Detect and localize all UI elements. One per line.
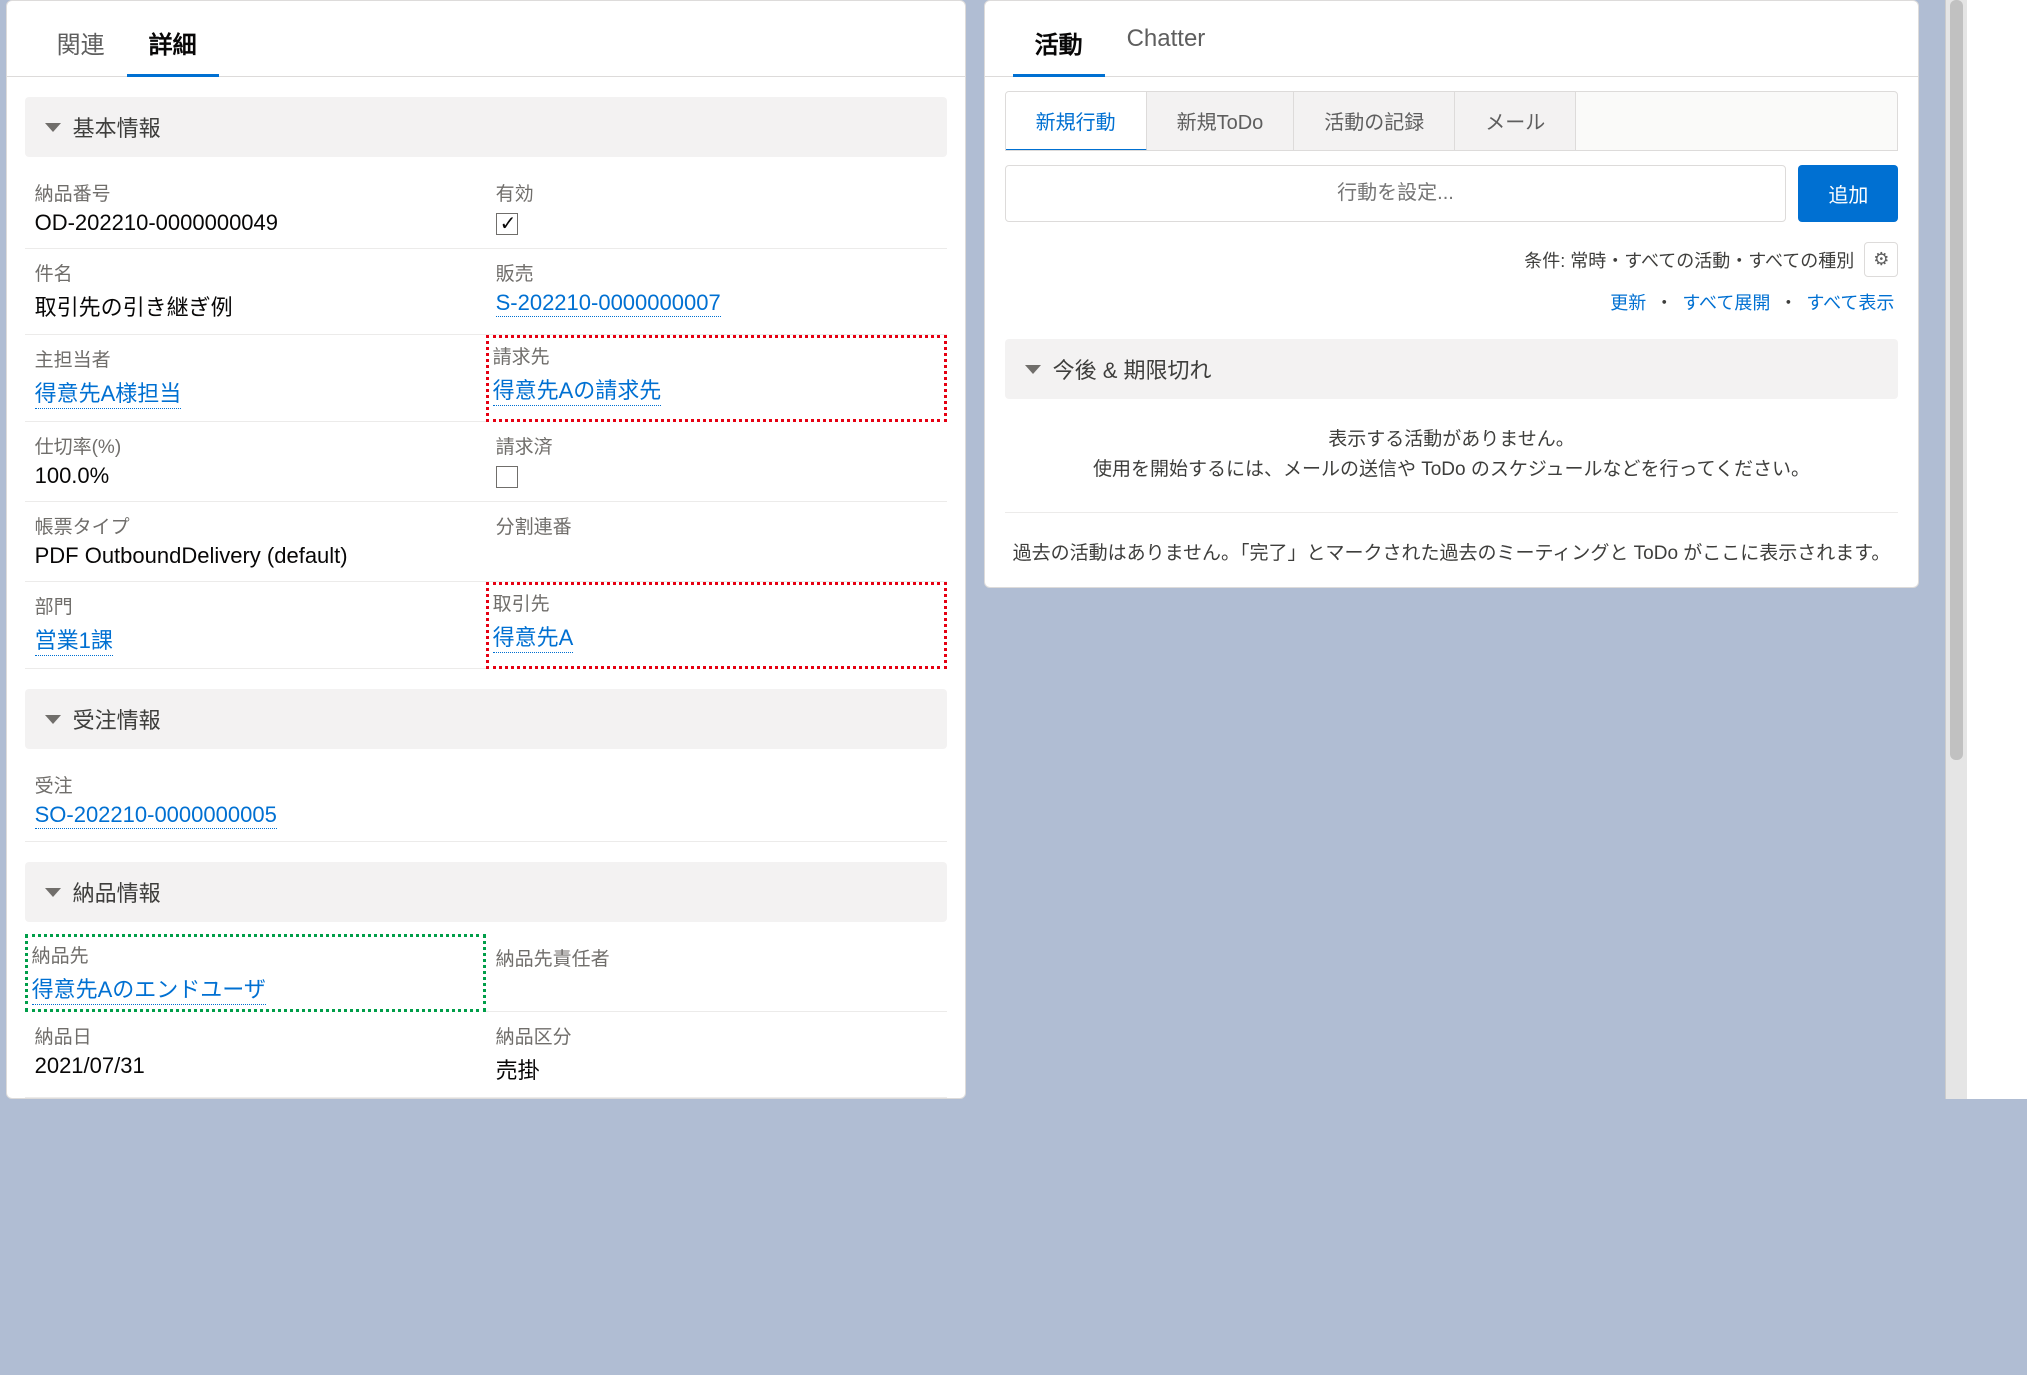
- label-delivery-no: 納品番号: [35, 179, 476, 206]
- right-margin: [1967, 0, 2027, 1099]
- field-dept: 部門 営業1課: [25, 582, 486, 669]
- link-view-all[interactable]: すべて表示: [1806, 293, 1894, 313]
- link-bill-to[interactable]: 得意先Aの請求先: [493, 373, 662, 406]
- label-sales-order: 受注: [35, 771, 937, 798]
- value-subject: 取引先の引き継ぎ例: [35, 290, 476, 322]
- action-row: 追加: [1005, 165, 1899, 222]
- chevron-down-icon: [45, 123, 61, 132]
- right-tabs: 活動 Chatter: [985, 1, 1919, 77]
- section-upcoming-label: 今後 & 期限切れ: [1053, 353, 1212, 385]
- label-sales: 販売: [496, 259, 937, 286]
- value-delivery-no: OD-202210-0000000049: [35, 210, 476, 236]
- field-account: 取引先 得意先A: [486, 582, 947, 669]
- subtab-new-todo[interactable]: 新規ToDo: [1147, 92, 1295, 150]
- activity-panel: 活動 Chatter 新規行動 新規ToDo 活動の記録 メール 追加 条件: …: [984, 0, 1920, 588]
- link-dept[interactable]: 営業1課: [35, 623, 113, 656]
- event-input[interactable]: [1005, 165, 1787, 222]
- value-delivery-date: 2021/07/31: [35, 1053, 476, 1079]
- label-delivery-date: 納品日: [35, 1022, 476, 1049]
- label-owner: 主担当者: [35, 345, 476, 372]
- label-dept: 部門: [35, 592, 476, 619]
- link-sales[interactable]: S-202210-0000000007: [496, 290, 721, 317]
- subtab-email[interactable]: メール: [1455, 92, 1576, 150]
- filter-settings-button[interactable]: ⚙: [1864, 242, 1898, 277]
- field-bill-to: 請求先 得意先Aの請求先: [486, 335, 947, 422]
- empty-past: 過去の活動はありません。「完了」とマークされた過去のミーティングと ToDo が…: [985, 521, 1919, 587]
- label-bill-to: 請求先: [493, 342, 940, 369]
- add-button[interactable]: 追加: [1798, 165, 1898, 222]
- activity-subtabs: 新規行動 新規ToDo 活動の記録 メール: [1005, 91, 1899, 151]
- field-sales: 販売 S-202210-0000000007: [486, 249, 947, 335]
- delivery-fields: 納品先 得意先Aのエンドユーザ 納品先責任者 納品日 2021/07/31 納品…: [7, 934, 965, 1098]
- link-owner[interactable]: 得意先A様担当: [35, 376, 182, 409]
- label-ship-to-resp: 納品先責任者: [496, 944, 937, 971]
- field-ship-to-resp: 納品先責任者: [486, 934, 947, 1012]
- divider: [1005, 512, 1899, 513]
- section-delivery-label: 納品情報: [73, 876, 161, 908]
- field-valid: 有効: [486, 169, 947, 249]
- gear-icon: ⚙: [1873, 249, 1889, 270]
- field-owner: 主担当者 得意先A様担当: [25, 335, 486, 422]
- field-ship-to: 納品先 得意先Aのエンドユーザ: [25, 934, 486, 1012]
- label-subject: 件名: [35, 259, 476, 286]
- label-ship-to: 納品先: [32, 941, 479, 968]
- section-order-info[interactable]: 受注情報: [25, 689, 947, 749]
- label-form-type: 帳票タイプ: [35, 512, 476, 539]
- label-rate: 仕切率(%): [35, 432, 476, 459]
- label-account: 取引先: [493, 589, 940, 616]
- activity-links: 更新 ・ すべて展開 ・ すべて表示: [985, 283, 1919, 331]
- label-billed: 請求済: [496, 432, 937, 459]
- link-sales-order[interactable]: SO-202210-0000000005: [35, 802, 277, 829]
- field-split-seq: 分割連番: [486, 502, 947, 582]
- label-delivery-type: 納品区分: [496, 1022, 937, 1049]
- label-split-seq: 分割連番: [496, 512, 937, 539]
- field-subject: 件名 取引先の引き継ぎ例: [25, 249, 486, 335]
- chevron-down-icon: [1025, 365, 1041, 374]
- empty-upcoming: 表示する活動がありません。 使用を開始するには、メールの送信や ToDo のスケ…: [985, 407, 1919, 504]
- field-sales-order: 受注 SO-202210-0000000005: [25, 761, 947, 842]
- subtab-log-call[interactable]: 活動の記録: [1294, 92, 1455, 150]
- value-form-type: PDF OutboundDelivery (default): [35, 543, 476, 569]
- tab-details[interactable]: 詳細: [127, 13, 219, 77]
- field-delivery-type: 納品区分 売掛: [486, 1012, 947, 1098]
- section-basic-label: 基本情報: [73, 111, 161, 143]
- section-upcoming[interactable]: 今後 & 期限切れ: [1005, 339, 1899, 399]
- section-order-label: 受注情報: [73, 703, 161, 735]
- field-delivery-no: 納品番号 OD-202210-0000000049: [25, 169, 486, 249]
- label-valid: 有効: [496, 179, 937, 206]
- value-rate: 100.0%: [35, 463, 476, 489]
- subtab-new-event[interactable]: 新規行動: [1006, 92, 1147, 151]
- vertical-scrollbar[interactable]: [1945, 0, 1967, 1099]
- section-basic-info[interactable]: 基本情報: [25, 97, 947, 157]
- chevron-down-icon: [45, 888, 61, 897]
- chevron-down-icon: [45, 715, 61, 724]
- filter-text: 条件: 常時・すべての活動・すべての種別: [1524, 247, 1854, 273]
- tab-related[interactable]: 関連: [35, 13, 127, 77]
- value-delivery-type: 売掛: [496, 1053, 937, 1085]
- link-refresh[interactable]: 更新: [1610, 293, 1646, 313]
- field-form-type: 帳票タイプ PDF OutboundDelivery (default): [25, 502, 486, 582]
- order-fields: 受注 SO-202210-0000000005: [7, 761, 965, 842]
- field-billed: 請求済: [486, 422, 947, 502]
- field-delivery-date: 納品日 2021/07/31: [25, 1012, 486, 1098]
- empty-upcoming-line2: 使用を開始するには、メールの送信や ToDo のスケジュールなどを行ってください…: [1013, 455, 1891, 485]
- scrollbar-thumb[interactable]: [1950, 0, 1963, 760]
- filter-line: 条件: 常時・すべての活動・すべての種別 ⚙: [985, 236, 1919, 283]
- basic-fields: 納品番号 OD-202210-0000000049 有効 件名 取引先の引き継ぎ…: [7, 169, 965, 669]
- section-delivery-info[interactable]: 納品情報: [25, 862, 947, 922]
- tab-chatter[interactable]: Chatter: [1105, 13, 1228, 77]
- tab-activity[interactable]: 活動: [1013, 13, 1105, 77]
- left-tabs: 関連 詳細: [7, 1, 965, 77]
- checkbox-billed: [496, 466, 518, 488]
- link-expand-all[interactable]: すべて展開: [1682, 293, 1770, 313]
- details-panel: 関連 詳細 基本情報 納品番号 OD-202210-0000000049 有効 …: [6, 0, 966, 1099]
- field-rate: 仕切率(%) 100.0%: [25, 422, 486, 502]
- link-ship-to[interactable]: 得意先Aのエンドユーザ: [32, 972, 266, 1005]
- checkbox-valid: [496, 213, 518, 235]
- link-account[interactable]: 得意先A: [493, 620, 574, 653]
- empty-upcoming-line1: 表示する活動がありません。: [1013, 425, 1891, 455]
